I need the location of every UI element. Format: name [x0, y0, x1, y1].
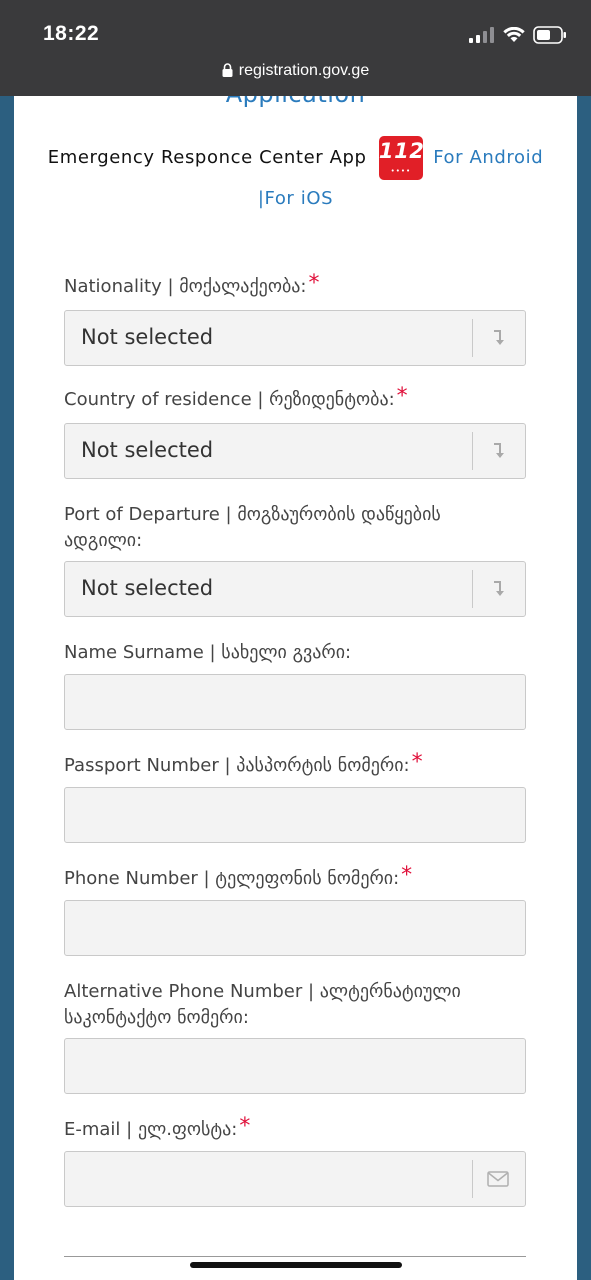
departure-label: Port of Departure | მოგზაურობის დაწყების… — [64, 504, 441, 551]
required-mark: * — [396, 384, 408, 409]
android-link[interactable]: For Android — [433, 147, 543, 168]
alt-phone-input[interactable] — [64, 1038, 526, 1094]
badge-dots: •••• — [390, 167, 412, 175]
required-mark: * — [411, 750, 423, 775]
app-112-icon[interactable]: 112 •••• — [378, 136, 425, 180]
erc-text: Emergency Responce Center App — [47, 147, 367, 168]
residence-select[interactable]: Not selected — [64, 423, 526, 479]
email-input[interactable] — [64, 1151, 526, 1207]
residence-label-text: Country of residence | რეზიდენტობა: — [64, 389, 395, 410]
residence-value: Not selected — [81, 438, 214, 462]
ios-link[interactable]: |For iOS — [258, 188, 333, 209]
required-mark: * — [308, 271, 320, 296]
required-mark: * — [239, 1114, 251, 1139]
home-indicator[interactable] — [190, 1262, 402, 1268]
section-divider — [64, 1256, 526, 1257]
app-heading: Application — [14, 96, 577, 108]
alt-phone-label: Alternative Phone Number | ალტერნატიული … — [64, 981, 461, 1028]
phone-input[interactable] — [64, 900, 526, 956]
nationality-value: Not selected — [81, 325, 214, 349]
dropdown-arrow-icon — [494, 443, 504, 458]
signal-icon — [469, 27, 494, 43]
departure-value: Not selected — [81, 576, 214, 600]
battery-icon — [533, 26, 566, 44]
erc-app-banner: Emergency Responce Center App 112 •••• F… — [14, 136, 577, 218]
nationality-select[interactable]: Not selected — [64, 310, 526, 366]
wifi-icon — [503, 27, 525, 42]
envelope-icon — [487, 1171, 509, 1187]
clock: 18:22 — [43, 22, 100, 45]
divider — [472, 1160, 473, 1198]
status-bar: 18:22 registration.gov.ge — [0, 0, 591, 96]
residence-label: Country of residence | რეზიდენტობა:* — [64, 384, 534, 413]
required-mark: * — [401, 863, 413, 888]
passport-input[interactable] — [64, 787, 526, 843]
nationality-label-text: Nationality | მოქალაქეობა: — [64, 276, 307, 297]
lock-icon — [222, 63, 233, 77]
email-label-text: E-mail | ელ.ფოსტა: — [64, 1119, 238, 1140]
email-label: E-mail | ელ.ფოსტა:* — [64, 1114, 534, 1143]
page-content: Application Emergency Responce Center Ap… — [14, 96, 577, 1280]
dropdown-arrow-icon — [494, 581, 504, 596]
departure-select[interactable]: Not selected — [64, 561, 526, 617]
address-bar[interactable]: registration.gov.ge — [0, 62, 591, 80]
dropdown-arrow-icon — [494, 330, 504, 345]
badge-number: 112 — [378, 139, 425, 163]
url-text: registration.gov.ge — [238, 62, 370, 79]
nationality-label: Nationality | მოქალაქეობა:* — [64, 271, 534, 300]
passport-label-text: Passport Number | პასპორტის ნომერი: — [64, 755, 410, 776]
phone-label-text: Phone Number | ტელეფონის ნომერი: — [64, 868, 400, 889]
name-input[interactable] — [64, 674, 526, 730]
name-label: Name Surname | სახელი გვარი: — [64, 642, 352, 663]
passport-label: Passport Number | პასპორტის ნომერი:* — [64, 750, 534, 779]
phone-label: Phone Number | ტელეფონის ნომერი:* — [64, 863, 534, 892]
divider — [472, 432, 473, 470]
divider — [472, 570, 473, 608]
status-icons — [469, 24, 567, 46]
divider — [472, 319, 473, 357]
